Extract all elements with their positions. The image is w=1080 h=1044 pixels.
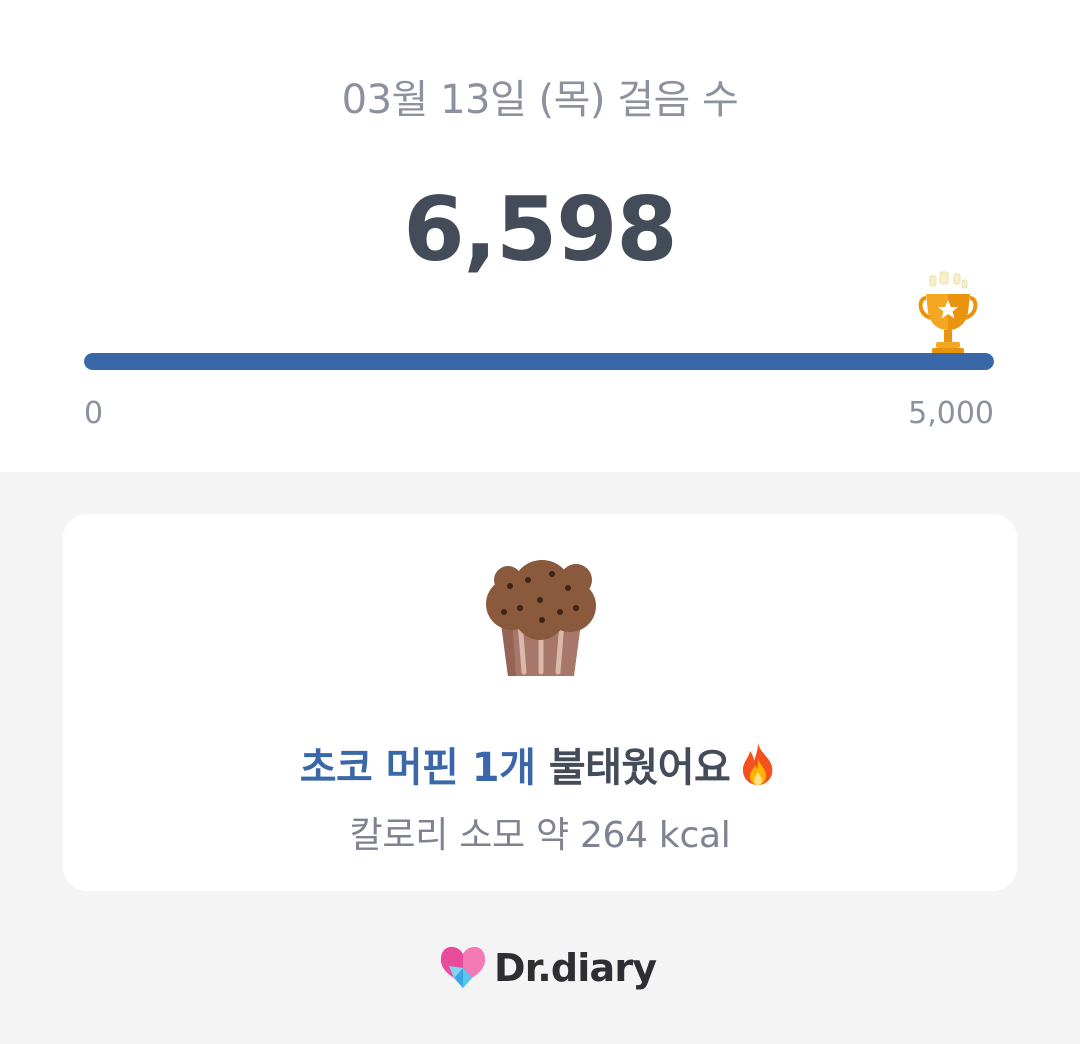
step-count-value: 6,598 — [403, 178, 677, 281]
date-title: 03월 13일 (목) 걸음 수 — [341, 77, 739, 123]
heart-logo-icon — [440, 946, 486, 988]
progress-max-label: 5,000 — [908, 396, 994, 431]
progress-min-label: 0 — [84, 396, 104, 431]
step-goal-progress-bar — [84, 353, 994, 370]
chocolate-muffin-icon — [486, 560, 596, 676]
burned-message-suffix: 불태웠어요 — [548, 745, 731, 791]
progress-bar-fill — [84, 353, 994, 370]
fire-icon — [743, 743, 773, 785]
calorie-burn-message: 초코 머핀 1개 불태웠어요 — [0, 738, 1080, 798]
drdiary-logo: Dr.diary — [438, 938, 657, 998]
burned-food-label: 초코 머핀 1개 — [299, 745, 536, 791]
trophy-icon — [918, 271, 978, 354]
logo-text: Dr.diary — [494, 946, 657, 990]
calorie-consumption-text: 칼로리 소모 약 264 kcal — [349, 815, 731, 856]
